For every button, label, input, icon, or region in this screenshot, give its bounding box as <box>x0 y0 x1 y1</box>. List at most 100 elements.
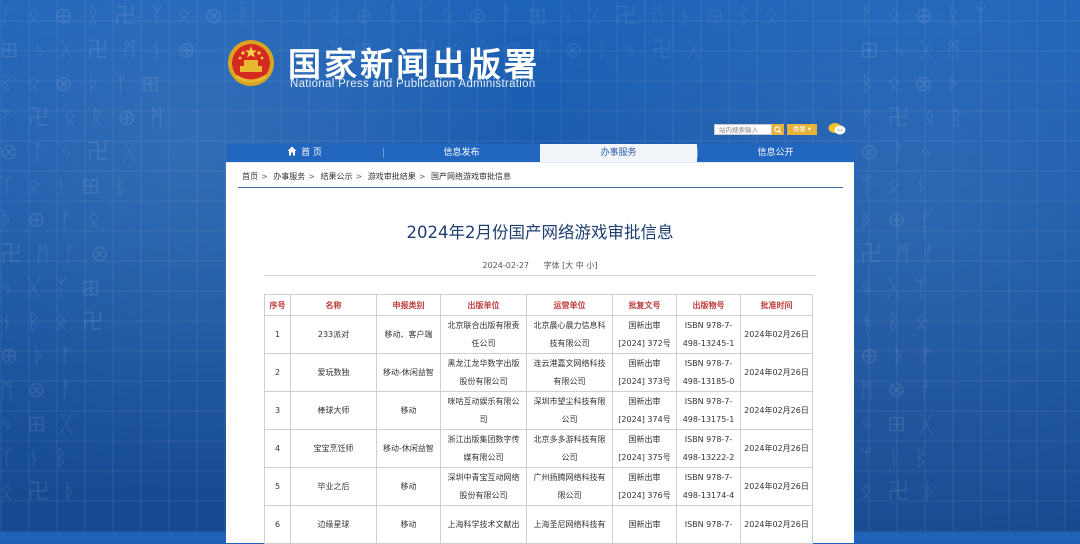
site-subtitle: National Press and Publication Administr… <box>290 78 536 90</box>
col-header-category: 申报类别 <box>376 294 441 316</box>
cell-operator: 深圳市望尘科技有限 公司 <box>526 391 613 430</box>
cell-line: ISBN 978-7- <box>684 320 733 330</box>
cell-category: 移动 <box>376 391 441 430</box>
cell-line: ISBN 978-7- <box>684 434 733 444</box>
cell-name: 边缘星球 <box>290 505 377 544</box>
cell-category: 移动-休闲益智 <box>376 353 441 392</box>
breadcrumb-results[interactable]: 结果公示 <box>321 172 353 181</box>
nav-home[interactable]: 首 页 <box>226 144 383 162</box>
cell-category: 移动 <box>376 505 441 544</box>
cell-operator: 北京晨心晨力信息科 技有限公司 <box>526 315 613 354</box>
breadcrumb: 首页 > 办事服务 > 结果公示 > 游戏审批结果 > 国产网络游戏审批信息 <box>242 172 511 181</box>
cell-category: 移动 <box>376 467 441 506</box>
cell-line: 国新出审 <box>628 519 661 529</box>
cell-line: 股份有限公司 <box>459 490 508 500</box>
cell-name: 233派对 <box>290 315 377 354</box>
cell-line: 北京联合出版有限责 <box>447 320 520 330</box>
cell-line: 公司 <box>561 414 578 424</box>
cell-line: 有限公司 <box>553 376 586 386</box>
cell-line: 北京多多游科技有限 <box>533 434 606 444</box>
article-meta: 2024-02-27 字体 [大 中 小] <box>226 260 854 271</box>
cell-line: ISBN 978-7- <box>684 358 733 368</box>
cell-publisher: 深圳中青宝互动网络 股份有限公司 <box>440 467 527 506</box>
cell-isbn: ISBN 978-7- 498-13174-4 <box>676 467 741 506</box>
cell-isbn: ISBN 978-7- 498-13175-1 <box>676 391 741 430</box>
search-input[interactable]: 站内搜索输入 <box>714 124 772 135</box>
cell-line: 上海科学技术文献出 <box>447 519 520 529</box>
font-size-switch[interactable]: 字体 [大 中 小] <box>544 261 598 270</box>
content-panel: 首页 > 办事服务 > 结果公示 > 游戏审批结果 > 国产网络游戏审批信息 2024年… <box>226 163 854 544</box>
cell-date: 2024年02月26日 <box>740 467 813 506</box>
chat-bubble-icon[interactable] <box>828 122 846 136</box>
cell-line: 深圳中青宝互动网络 <box>447 472 520 482</box>
main-nav: 首 页 信息发布 办事服务 信息公开 <box>226 144 854 164</box>
col-header-operator: 运营单位 <box>526 294 613 316</box>
approval-table: 序号 名称 申报类别 出版单位 运营单位 批复文号 出版物号 批准时间 1 23… <box>264 294 813 544</box>
cell-date: 2024年02月26日 <box>740 429 813 468</box>
cell-publisher: 咪咕互动娱乐有限公司 <box>440 391 527 430</box>
cell-no: 4 <box>264 429 291 468</box>
breadcrumb-current[interactable]: 国产网络游戏审批信息 <box>431 172 511 181</box>
breadcrumb-home[interactable]: 首页 <box>242 172 258 181</box>
cell-no: 2 <box>264 353 291 392</box>
national-emblem-icon[interactable] <box>226 38 276 88</box>
cell-line: 媒有限公司 <box>463 452 504 462</box>
nav-info-release[interactable]: 信息发布 <box>383 144 540 162</box>
cell-no: 3 <box>264 391 291 430</box>
cell-line: 黑龙江龙华数字出版 <box>447 358 520 368</box>
cell-name: 毕业之后 <box>290 467 377 506</box>
cell-line: 浙江出版集团数字传 <box>447 434 520 444</box>
cell-operator: 广州扬腾网络科技有 限公司 <box>526 467 613 506</box>
search-icon <box>774 125 782 134</box>
cell-approval: 国新出审 [2024] 374号 <box>612 391 677 430</box>
cell-line: 国新出审 <box>628 320 661 330</box>
cell-line: 任公司 <box>471 338 496 348</box>
search-type-dropdown[interactable]: 类聚 ▾ <box>787 124 817 135</box>
cell-operator: 上海圣尼网络科技有 <box>526 505 613 544</box>
search-button[interactable] <box>772 124 784 135</box>
cell-line: 股份有限公司 <box>459 376 508 386</box>
cell-line: [2024] 373号 <box>618 376 671 386</box>
article-title: 2024年2月份国产网络游戏审批信息 <box>406 223 674 242</box>
breadcrumb-divider <box>238 187 843 188</box>
table-row: 2 爱玩数独 移动-休闲益智 黑龙江龙华数字出版 股份有限公司 连云港嘉文网络科技… <box>264 353 813 392</box>
background-glyphs-right: ᚠᛟ⊕ᚱᛉ ⊞ᛃᚷᛗ ᛒᛟ⊗ᚦ ᚠ卍ᛟᚱ ⊗ᚨᛃ ᛉᛟᚾ ᚦ⊕ᚠ 卍ᛗᚨ ᛃᚷᛉ ᚾᛒᛟ ⊕ᚦᚠ ᛗ⊗… <box>860 4 1002 505</box>
cell-approval: 国新出审 [2024] 372号 <box>612 315 677 354</box>
nav-home-label: 首 页 <box>301 148 322 158</box>
cell-line: 咪咕互动娱乐有限公 <box>447 396 520 406</box>
cell-line: 498-13185-0 <box>682 376 735 386</box>
breadcrumb-game-approval[interactable]: 游戏审批结果 <box>368 172 416 181</box>
cell-line: 连云港嘉文网络科技 <box>533 358 606 368</box>
cell-line: 司 <box>479 414 488 424</box>
cell-line: [2024] 376号 <box>618 490 671 500</box>
cell-date: 2024年02月26日 <box>740 315 813 354</box>
col-header-isbn: 出版物号 <box>676 294 741 316</box>
table-row: 3 棒球大师 移动 咪咕互动娱乐有限公司 深圳市望尘科技有限 公司 国新出审 [20… <box>264 391 813 430</box>
cell-date: 2024年02月26日 <box>740 391 813 430</box>
cell-line: 498-13222-2 <box>682 452 735 462</box>
breadcrumb-services[interactable]: 办事服务 <box>273 172 305 181</box>
cell-isbn: ISBN 978-7- 498-13245-1 <box>676 315 741 354</box>
cell-line: 国新出审 <box>628 396 661 406</box>
cell-category: 移动-休闲益智 <box>376 429 441 468</box>
cell-isbn: ISBN 978-7- 498-13185-0 <box>676 353 741 392</box>
cell-line: ISBN 978-7- <box>684 472 733 482</box>
cell-name: 爱玩数独 <box>290 353 377 392</box>
meta-divider <box>264 275 816 276</box>
nav-services[interactable]: 办事服务 <box>540 144 697 162</box>
cell-line: 国新出审 <box>628 434 661 444</box>
cell-no: 5 <box>264 467 291 506</box>
cell-publisher: 黑龙江龙华数字出版 股份有限公司 <box>440 353 527 392</box>
cell-line: 北京晨心晨力信息科 <box>533 320 606 330</box>
cell-publisher: 北京联合出版有限责 任公司 <box>440 315 527 354</box>
nav-info-disclosure[interactable]: 信息公开 <box>697 144 854 162</box>
cell-date: 2024年02月26日 <box>740 353 813 392</box>
table-row: 1 233派对 移动、客户端 北京联合出版有限责 任公司 北京晨心晨力信息科 技有限… <box>264 315 813 354</box>
col-header-approval: 批复文号 <box>612 294 677 316</box>
cell-line: 深圳市望尘科技有限 <box>533 396 606 406</box>
cell-line: [2024] 372号 <box>618 338 671 348</box>
cell-operator: 北京多多游科技有限 公司 <box>526 429 613 468</box>
home-icon <box>287 146 297 156</box>
cell-line: 广州扬腾网络科技有 <box>533 472 606 482</box>
cell-line: 国新出审 <box>628 472 661 482</box>
